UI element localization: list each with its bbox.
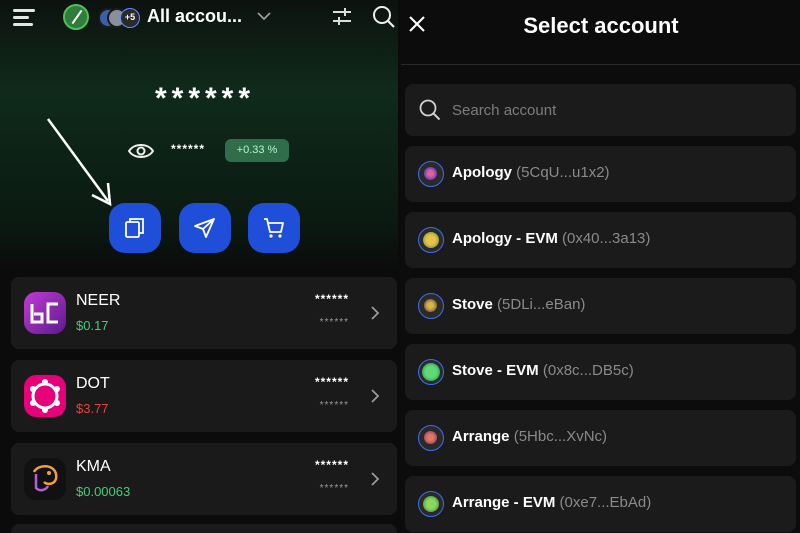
- token-balance-value: ******: [319, 400, 349, 411]
- copy-address-button[interactable]: [109, 203, 161, 253]
- search-box[interactable]: [405, 84, 796, 136]
- top-bar: +5 All accou...: [0, 0, 398, 36]
- account-item[interactable]: Apology (5CqU...u1x2): [405, 146, 796, 202]
- send-button[interactable]: [179, 203, 231, 253]
- chevron-right-icon: [371, 306, 380, 320]
- chevron-down-icon[interactable]: [257, 9, 271, 23]
- change-badge: +0.33 %: [225, 139, 289, 162]
- account-avatar: [418, 425, 444, 451]
- token-row-neer[interactable]: NEER $0.17 ****** ******: [11, 277, 397, 349]
- current-account-avatar[interactable]: [63, 4, 89, 30]
- account-name: Arrange - EVM: [452, 494, 556, 511]
- search-icon: [419, 99, 441, 121]
- header-divider: [401, 64, 800, 65]
- token-name: DOT: [76, 375, 110, 392]
- token-balance: ******: [314, 458, 349, 472]
- account-item[interactable]: Arrange (5Hbc...XvNc): [405, 410, 796, 466]
- filter-icon[interactable]: [332, 7, 352, 27]
- chevron-right-icon: [371, 472, 380, 486]
- token-price: $0.17: [76, 318, 109, 333]
- token-balance-value: ******: [319, 317, 349, 328]
- account-item[interactable]: Stove - EVM (0x8c...DB5c): [405, 344, 796, 400]
- token-name: KMA: [76, 458, 111, 475]
- token-row-kma[interactable]: KMA $0.00063 ****** ******: [11, 443, 397, 515]
- total-balance: ******: [154, 82, 256, 115]
- account-address: (0xe7...EbAd): [559, 494, 652, 511]
- account-address: (5DLi...eBan): [497, 296, 586, 313]
- sub-balance: ******: [171, 142, 206, 156]
- token-price: $3.77: [76, 401, 109, 416]
- cart-icon: [264, 218, 284, 238]
- account-avatar-stack[interactable]: +5: [98, 8, 140, 28]
- token-row-partial[interactable]: [11, 524, 397, 533]
- account-name: Arrange: [452, 428, 510, 445]
- token-balance-value: ******: [319, 483, 349, 494]
- account-item[interactable]: Apology - EVM (0x40...3a13): [405, 212, 796, 268]
- token-balance: ******: [314, 375, 349, 389]
- account-address: (0x40...3a13): [562, 230, 651, 247]
- account-avatar: [418, 491, 444, 517]
- token-balance: ******: [314, 292, 349, 306]
- account-item[interactable]: Arrange - EVM (0xe7...EbAd): [405, 476, 796, 532]
- wallet-home-panel: +5 All accou... ****** ****** +0.33 % NE…: [0, 0, 398, 533]
- token-row-dot[interactable]: DOT $3.77 ****** ******: [11, 360, 397, 432]
- copy-icon: [125, 218, 144, 238]
- account-name: Apology - EVM: [452, 230, 558, 247]
- token-price: $0.00063: [76, 484, 131, 499]
- account-avatar: [418, 293, 444, 319]
- account-item[interactable]: Stove (5DLi...eBan): [405, 278, 796, 334]
- kma-logo-icon: [24, 458, 66, 500]
- token-name: NEER: [76, 292, 121, 309]
- search-icon[interactable]: [372, 5, 396, 29]
- account-name: Apology: [452, 164, 512, 181]
- account-address: (5CqU...u1x2): [516, 164, 610, 181]
- chevron-right-icon: [371, 389, 380, 403]
- neer-logo-icon: [24, 292, 66, 334]
- account-avatar: [418, 359, 444, 385]
- extra-accounts-badge: +5: [120, 8, 140, 28]
- account-address: (0x8c...DB5c): [542, 362, 634, 379]
- select-account-panel: Select account Apology (5CqU...u1x2) Apo…: [401, 0, 800, 533]
- buy-button[interactable]: [248, 203, 300, 253]
- account-name: Stove: [452, 296, 493, 313]
- dot-logo-icon: [24, 375, 66, 417]
- account-avatar: [418, 227, 444, 253]
- menu-icon[interactable]: [13, 7, 35, 27]
- send-icon: [194, 218, 215, 238]
- account-avatar: [418, 161, 444, 187]
- account-name: Stove - EVM: [452, 362, 539, 379]
- arrow-annotation: [46, 118, 112, 207]
- account-selector-title[interactable]: All accou...: [147, 6, 242, 27]
- account-address: (5Hbc...XvNc): [513, 428, 608, 445]
- search-account-input[interactable]: [452, 84, 782, 136]
- eye-icon[interactable]: [128, 141, 154, 161]
- panel-title: Select account: [523, 13, 679, 38]
